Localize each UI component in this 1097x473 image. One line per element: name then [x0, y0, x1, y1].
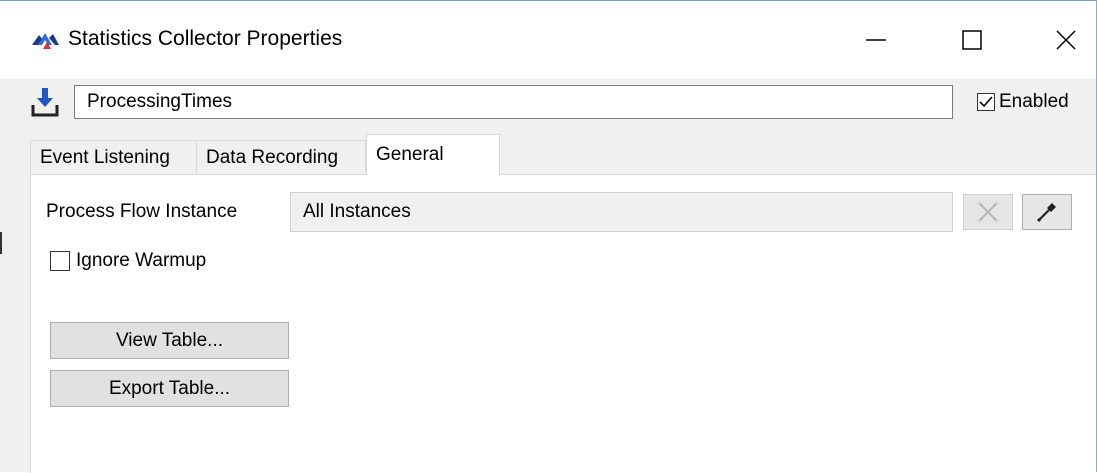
- enabled-checkbox-box[interactable]: [977, 93, 995, 111]
- clear-instance-button[interactable]: [963, 194, 1013, 230]
- tab-event-listening[interactable]: Event Listening: [30, 140, 197, 174]
- close-button[interactable]: [1036, 15, 1096, 65]
- sampler-button[interactable]: [1022, 194, 1072, 230]
- export-table-button[interactable]: Export Table...: [50, 370, 289, 407]
- x-clear-icon: [978, 202, 998, 222]
- window-title: Statistics Collector Properties: [68, 27, 343, 50]
- ignore-warmup-checkbox[interactable]: Ignore Warmup: [50, 250, 206, 272]
- view-table-button[interactable]: View Table...: [50, 322, 289, 359]
- window-edge-marker: [0, 232, 2, 254]
- checkmark-icon: [979, 96, 993, 108]
- enabled-checkbox[interactable]: Enabled: [977, 91, 1069, 113]
- process-flow-instance-label: Process Flow Instance: [46, 201, 238, 222]
- tab-data-recording[interactable]: Data Recording: [196, 140, 366, 174]
- eyedropper-icon: [1036, 203, 1056, 223]
- ignore-warmup-checkbox-box[interactable]: [50, 251, 70, 271]
- ignore-warmup-label: Ignore Warmup: [76, 250, 207, 271]
- maximize-button[interactable]: [942, 15, 1002, 65]
- tab-general[interactable]: General: [366, 134, 500, 175]
- maximize-icon: [962, 30, 982, 50]
- app-icon: [30, 29, 60, 51]
- process-flow-instance-field[interactable]: All Instances: [290, 192, 953, 232]
- close-icon: [1056, 30, 1076, 50]
- properties-window: Statistics Collector Properties Processi…: [0, 0, 1097, 473]
- collector-name-input[interactable]: [74, 85, 953, 119]
- title-bar[interactable]: Statistics Collector Properties: [0, 1, 1096, 79]
- minimize-button[interactable]: [846, 15, 906, 65]
- download-arrow-icon: [30, 85, 60, 119]
- enabled-label: Enabled: [999, 91, 1069, 112]
- minimize-icon: [866, 39, 886, 41]
